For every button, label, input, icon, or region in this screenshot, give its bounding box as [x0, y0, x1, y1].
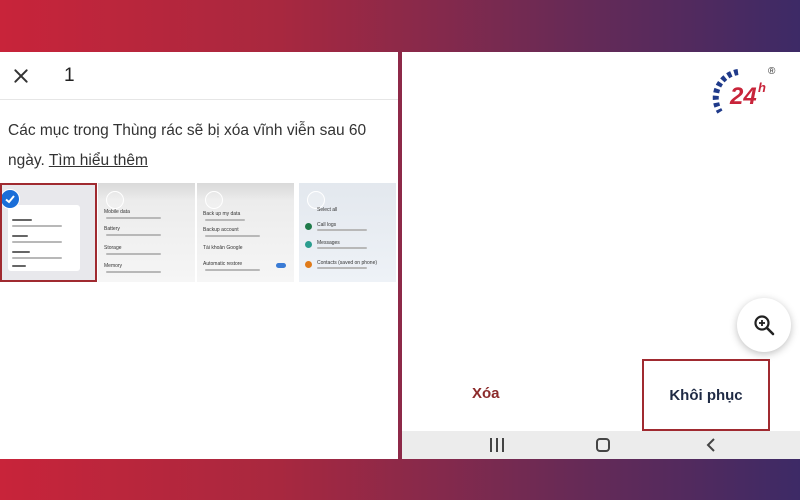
select-circle-icon[interactable] — [205, 191, 223, 209]
thumbnail-row-label: Contacts (saved on phone) — [317, 260, 378, 266]
svg-text:24: 24 — [729, 83, 757, 110]
thumbnail-item[interactable] — [0, 183, 97, 282]
zoom-in-button[interactable] — [737, 298, 791, 352]
toggle-icon — [276, 263, 286, 268]
thumbnail-row-label: Select all — [317, 207, 338, 213]
thumbnail-row-label: Battery — [104, 226, 120, 232]
recent-apps-icon[interactable] — [487, 436, 507, 454]
home-icon[interactable] — [594, 436, 612, 454]
selection-toolbar: 1 — [0, 52, 398, 100]
thumbnail-row-label: Storage — [104, 245, 122, 251]
close-icon[interactable] — [10, 65, 32, 87]
thumbnail-item[interactable]: Select all Call logs Messages Contacts (… — [299, 183, 396, 282]
contacts-icon — [305, 261, 312, 268]
system-nav-bar — [402, 431, 800, 459]
thumbnail-item[interactable]: Back up my data Backup account Tài khoản… — [197, 183, 294, 282]
thumbnail-preview — [8, 205, 80, 271]
thumbnail-row-label: Mobile data — [104, 209, 130, 215]
svg-text:h: h — [758, 80, 766, 95]
selected-count: 1 — [64, 64, 75, 86]
trash-panel: 1 Các mục trong Thùng rác sẽ bị xóa vĩnh… — [0, 52, 398, 459]
zoom-in-icon — [754, 315, 775, 336]
thumbnail-item[interactable]: Mobile data Battery Storage Memory — [98, 183, 195, 282]
brand-logo: 24 h ® — [712, 64, 782, 124]
thumbnail-row-label: Automatic restore — [203, 261, 243, 267]
thumbnail-grid: Mobile data Battery Storage Memory Back … — [0, 183, 398, 282]
thumbnail-row-label: Backup account — [203, 227, 239, 233]
svg-text:®: ® — [768, 66, 776, 77]
thumbnail-row-label: Tài khoản Google — [203, 245, 243, 251]
check-icon — [2, 189, 20, 209]
photo-view-panel: 24 h ® Xóa Khôi phục — [402, 52, 800, 459]
thumbnail-row-label: Memory — [104, 263, 123, 269]
learn-more-link[interactable]: Tìm hiểu thêm — [49, 152, 148, 169]
thumbnail-row-label: Call logs — [317, 222, 337, 228]
trash-info: Các mục trong Thùng rác sẽ bị xóa vĩnh v… — [0, 100, 398, 176]
thumbnail-row-label: Messages — [317, 240, 340, 246]
back-icon[interactable] — [702, 436, 720, 454]
phone-icon — [305, 223, 312, 230]
select-circle-icon[interactable] — [106, 191, 124, 209]
delete-button[interactable]: Xóa — [472, 385, 500, 402]
restore-button-label: Khôi phục — [669, 386, 743, 404]
restore-button[interactable]: Khôi phục — [642, 359, 770, 431]
thumbnail-row-label: Back up my data — [203, 211, 241, 217]
messages-icon — [305, 241, 312, 248]
